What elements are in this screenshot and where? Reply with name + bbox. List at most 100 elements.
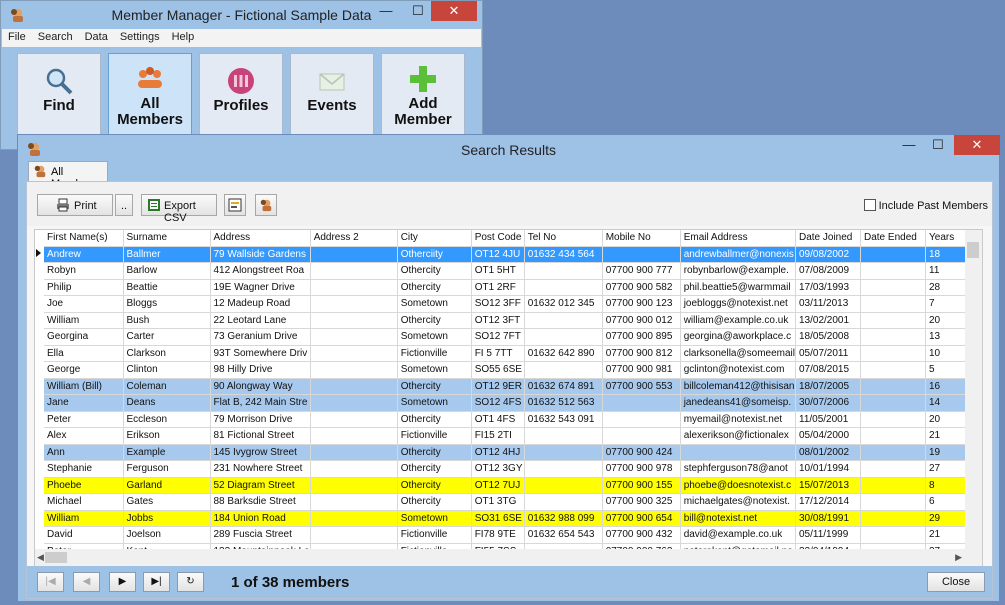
table-cell[interactable]	[310, 411, 398, 428]
table-cell[interactable]	[860, 427, 926, 445]
table-cell[interactable]	[860, 246, 926, 263]
table-cell[interactable]: gclinton@notexist.com	[680, 361, 797, 379]
table-cell[interactable]: 07700 900 812	[602, 345, 681, 362]
table-cell[interactable]: SO12 4FS	[471, 394, 525, 412]
table-cell[interactable]: 15/07/2013	[795, 477, 861, 494]
column-header[interactable]: Email Address	[680, 230, 797, 247]
table-cell[interactable]: Carter	[123, 328, 211, 346]
table-cell[interactable]: 10	[925, 345, 968, 362]
table-cell[interactable]: Ann	[44, 444, 124, 461]
table-cell[interactable]	[310, 427, 398, 445]
table-cell[interactable]: OT1 3TG	[471, 493, 525, 511]
table-cell[interactable]: Othercity	[397, 493, 472, 511]
table-cell[interactable]: Stephanie	[44, 460, 124, 478]
table-cell[interactable]: 19	[925, 444, 968, 461]
table-cell[interactable]	[524, 328, 603, 346]
table-cell[interactable]: 16	[925, 378, 968, 395]
table-cell[interactable]: FI 5 7TT	[471, 345, 525, 362]
table-cell[interactable]: Bloggs	[123, 295, 211, 313]
table-cell[interactable]: Georgina	[44, 328, 124, 346]
table-row[interactable]: Andrew Ballmer 79 Wallside Gardens Othercii…	[35, 246, 968, 263]
filter-button[interactable]	[224, 194, 246, 216]
table-cell[interactable]	[524, 477, 603, 494]
tab-all-members[interactable]: All Members	[28, 161, 108, 190]
table-cell[interactable]: David	[44, 526, 124, 544]
menu-settings[interactable]: Settings	[114, 29, 166, 43]
table-cell[interactable]	[524, 460, 603, 478]
table-cell[interactable]	[860, 460, 926, 478]
table-cell[interactable]: Andrew	[44, 246, 124, 263]
table-cell[interactable]: david@example.co.uk	[680, 526, 797, 544]
table-cell[interactable]: Joe	[44, 295, 124, 313]
table-cell[interactable]: 81 Fictional Street	[210, 427, 311, 445]
column-header[interactable]: First Name(s)	[44, 230, 124, 247]
table-cell[interactable]: myemail@notexist.net	[680, 411, 797, 428]
table-cell[interactable]: Jane	[44, 394, 124, 412]
table-cell[interactable]: Sometown	[397, 510, 472, 527]
table-cell[interactable]: 05/07/2011	[795, 345, 861, 362]
table-cell[interactable]: andrewballmer@nonexis	[680, 246, 797, 263]
table-cell[interactable]	[524, 262, 603, 280]
maximize-button[interactable]: ☐	[403, 1, 433, 21]
add-member-button[interactable]: Add Member	[381, 53, 465, 135]
column-header[interactable]: Years	[925, 230, 968, 247]
table-cell[interactable]: 11/05/2001	[795, 411, 861, 428]
table-cell[interactable]: michaelgates@notexist.	[680, 493, 797, 511]
print-button[interactable]: Print	[37, 194, 113, 216]
table-cell[interactable]	[860, 510, 926, 527]
table-cell[interactable]	[524, 493, 603, 511]
column-header[interactable]: Mobile No	[602, 230, 681, 247]
table-cell[interactable]: 07700 900 553	[602, 378, 681, 395]
table-cell[interactable]: 01632 512 563	[524, 394, 603, 412]
table-cell[interactable]: 07700 900 155	[602, 477, 681, 494]
table-cell[interactable]: 01632 674 891	[524, 378, 603, 395]
table-cell[interactable]: 22 Leotard Lane	[210, 312, 311, 329]
column-header[interactable]: Address 2	[310, 230, 398, 247]
table-cell[interactable]: Othercity	[397, 262, 472, 280]
table-cell[interactable]: Ella	[44, 345, 124, 362]
table-cell[interactable]: Ferguson	[123, 460, 211, 478]
table-cell[interactable]: Othercity	[397, 444, 472, 461]
last-record-button[interactable]: ▶|	[143, 572, 170, 592]
table-cell[interactable]	[860, 444, 926, 461]
table-cell[interactable]: 01632 654 543	[524, 526, 603, 544]
table-cell[interactable]: phil.beattie5@warmmail	[680, 279, 797, 296]
table-cell[interactable]	[602, 427, 681, 445]
table-cell[interactable]: 412 Alongstreet Roa	[210, 262, 311, 280]
table-cell[interactable]: Othercity	[397, 312, 472, 329]
table-cell[interactable]: 30/07/2006	[795, 394, 861, 412]
table-cell[interactable]: William (Bill)	[44, 378, 124, 395]
table-cell[interactable]: Coleman	[123, 378, 211, 395]
minimize-button[interactable]: —	[894, 135, 924, 155]
table-cell[interactable]: 90 Alongway Way	[210, 378, 311, 395]
table-cell[interactable]: 14	[925, 394, 968, 412]
table-cell[interactable]: 88 Barksdie Street	[210, 493, 311, 511]
table-cell[interactable]: Othercity	[397, 477, 472, 494]
table-cell[interactable]: William	[44, 312, 124, 329]
table-cell[interactable]: billcoleman412@thisisan	[680, 378, 797, 395]
table-cell[interactable]: 231 Nowhere Street	[210, 460, 311, 478]
table-cell[interactable]: SO12 7FT	[471, 328, 525, 346]
table-cell[interactable]: 05/11/1999	[795, 526, 861, 544]
menu-file[interactable]: File	[2, 29, 32, 43]
table-row[interactable]: George Clinton 98 Hilly Drive Sometown SO55 …	[35, 361, 968, 379]
table-cell[interactable]: Fictionville	[397, 345, 472, 362]
table-cell[interactable]: Michael	[44, 493, 124, 511]
table-cell[interactable]: 08/01/2002	[795, 444, 861, 461]
table-cell[interactable]: 52 Diagram Street	[210, 477, 311, 494]
table-row[interactable]: William Bush 22 Leotard Lane Othercity OT12 …	[35, 312, 968, 329]
menu-help[interactable]: Help	[166, 29, 201, 43]
table-cell[interactable]	[602, 411, 681, 428]
table-cell[interactable]: 27	[925, 460, 968, 478]
table-cell[interactable]	[310, 328, 398, 346]
table-cell[interactable]: Garland	[123, 477, 211, 494]
table-cell[interactable]	[524, 312, 603, 329]
table-cell[interactable]: Sometown	[397, 295, 472, 313]
refresh-button[interactable]: ↻	[177, 572, 204, 592]
table-cell[interactable]: 07700 900 123	[602, 295, 681, 313]
table-cell[interactable]: 17/12/2014	[795, 493, 861, 511]
table-cell[interactable]: 07700 900 895	[602, 328, 681, 346]
table-cell[interactable]: Sometown	[397, 328, 472, 346]
table-cell[interactable]: Deans	[123, 394, 211, 412]
table-cell[interactable]: 145 Ivygrow Street	[210, 444, 311, 461]
